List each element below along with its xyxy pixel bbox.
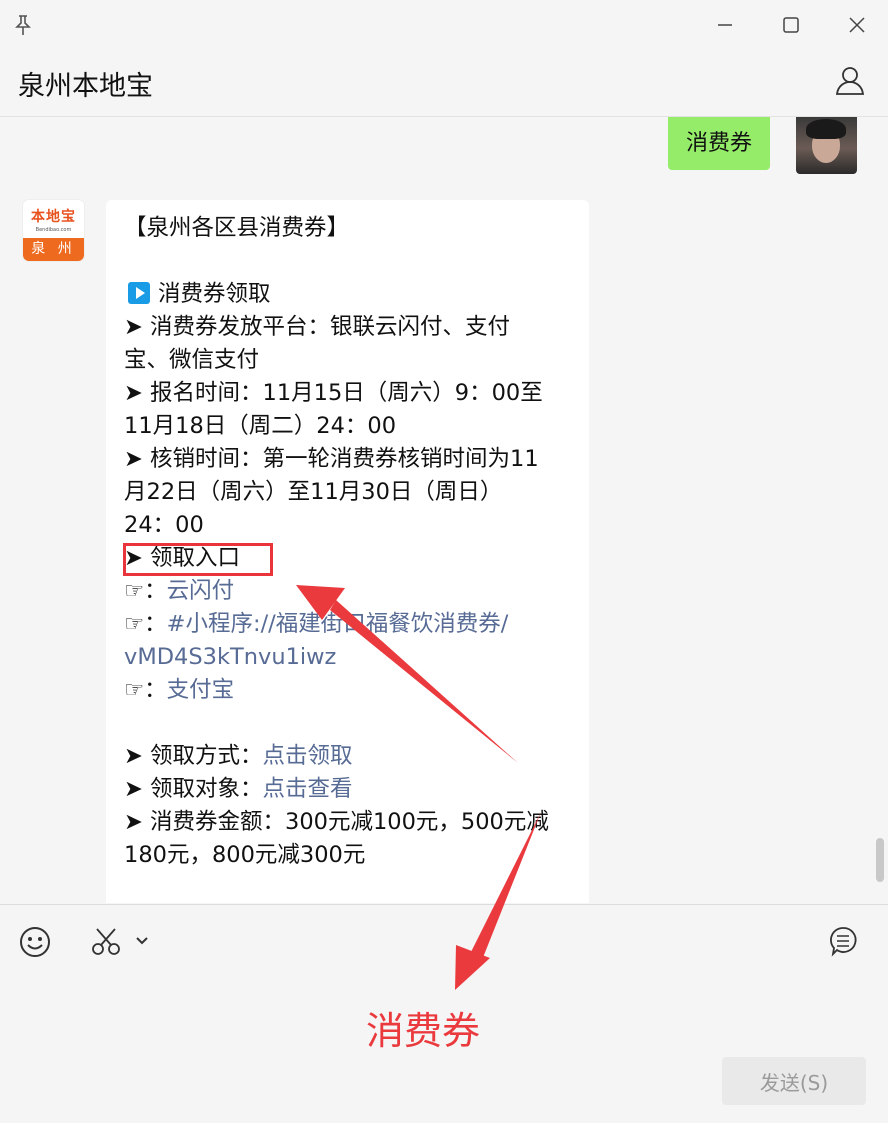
section-label: 消费券领取	[158, 281, 271, 307]
message-line: vMD4S3kTnvu1iwz	[124, 641, 574, 674]
message-line: ☞：支付宝	[124, 674, 574, 707]
hand-prefix: ☞：	[124, 611, 167, 637]
hand-prefix: ☞：	[124, 677, 167, 703]
minimize-icon[interactable]	[712, 12, 738, 38]
chevron-down-icon[interactable]	[134, 935, 150, 947]
message-line: 消费券领取	[124, 278, 574, 311]
message-line: 180元，800元减300元	[124, 842, 366, 868]
scissors-icon[interactable]	[90, 925, 122, 957]
avatar-logo-top: 本地宝 Bendibao.com	[23, 200, 84, 238]
chat-scrollbar[interactable]	[876, 838, 884, 882]
avatar-city: 泉 州	[23, 238, 84, 261]
chat-header: 泉州本地宝	[0, 50, 888, 117]
message-line: ☞：#小程序://福建街口福餐饮消费券/	[124, 608, 574, 641]
avatar-brand: 本地宝	[31, 209, 76, 225]
message-line: ☞：云闪付	[124, 575, 574, 608]
message-line: ➤ 核销时间：第一轮消费券核销时间为11	[124, 446, 539, 472]
message-line: ➤ 报名时间：11月15日（周六）9：00至	[124, 380, 543, 406]
message-line-blank	[124, 707, 574, 740]
message-line: 24：00	[124, 512, 204, 538]
sent-message-text: 消费券	[686, 131, 753, 156]
message-line: ➤ 领取方式：点击领取	[124, 740, 574, 773]
message-line: 月22日（周六）至11月30日（周日）	[124, 479, 503, 505]
message-line-blank	[124, 245, 574, 278]
highlight-box	[123, 543, 273, 576]
message-content: 【泉州各区县消费券】 消费券领取 ➤ 消费券发放平台：银联云闪付、支付 宝、微信…	[124, 212, 574, 872]
chat-history-icon[interactable]	[828, 925, 858, 959]
send-button[interactable]: 发送(S)	[722, 1057, 866, 1105]
chat-title: 泉州本地宝	[18, 71, 153, 102]
hand-prefix: ☞：	[124, 578, 167, 604]
annotation-label: 消费券	[366, 1009, 481, 1053]
unionpay-link[interactable]: 云闪付	[167, 578, 235, 604]
avatar-hair	[806, 119, 846, 139]
mini-program-link[interactable]: #小程序://福建街口福餐饮消费券/	[167, 611, 509, 637]
message-line: 宝、微信支付	[124, 347, 260, 373]
message-line: ➤ 消费券金额：300元减100元，500元减	[124, 809, 549, 835]
message-line: 【泉州各区县消费券】	[124, 215, 350, 241]
my-avatar[interactable]	[796, 117, 857, 174]
user-icon[interactable]	[834, 64, 866, 96]
message-line: 11月18日（周二）24：00	[124, 413, 397, 439]
close-icon[interactable]	[844, 12, 870, 38]
avatar-url: Bendibao.com	[35, 227, 72, 233]
mini-program-link-cont[interactable]: vMD4S3kTnvu1iwz	[124, 644, 336, 670]
sent-message-bubble[interactable]: 消费券	[668, 117, 771, 170]
message-line: ➤ 领取对象：点击查看	[124, 773, 574, 806]
maximize-icon[interactable]	[778, 12, 804, 38]
chat-area[interactable]: 消费券 本地宝 Bendibao.com 泉 州 【泉州各区县消费券】 消费券领…	[0, 117, 888, 903]
emoji-icon[interactable]	[18, 925, 52, 959]
official-account-avatar[interactable]: 本地宝 Bendibao.com 泉 州	[23, 200, 84, 261]
line-prefix: ➤ 领取方式：	[124, 743, 263, 769]
claim-link[interactable]: 点击领取	[263, 743, 353, 769]
alipay-link[interactable]: 支付宝	[167, 677, 235, 703]
message-line: ➤ 消费券发放平台：银联云闪付、支付	[124, 314, 511, 340]
pin-icon[interactable]	[10, 12, 36, 38]
line-prefix: ➤ 领取对象：	[124, 776, 263, 802]
window-titlebar	[0, 0, 888, 50]
play-icon	[128, 282, 150, 304]
view-link[interactable]: 点击查看	[263, 776, 353, 802]
